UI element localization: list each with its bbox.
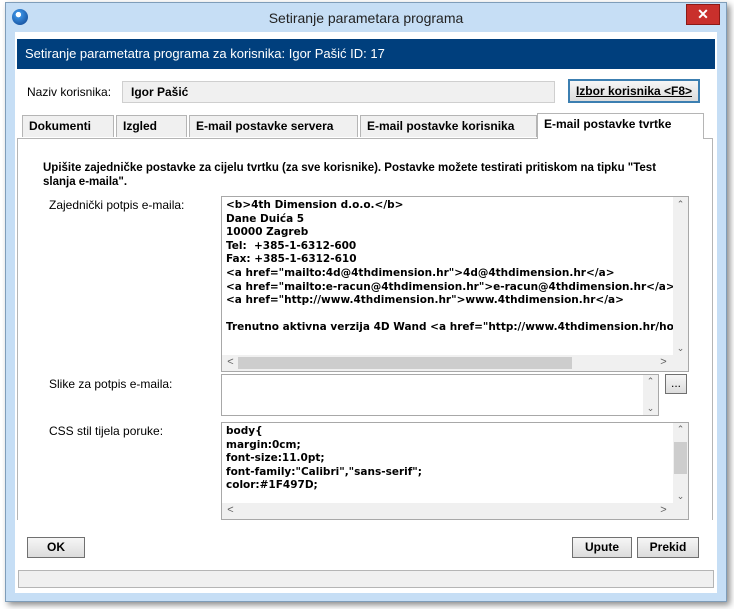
- text-line: Fax: +385-1-6312-610: [226, 253, 357, 266]
- window-title: Setiranje parametara programa: [268, 10, 464, 26]
- images-vscroll[interactable]: ⌃ ⌄: [643, 375, 658, 415]
- text-line: [226, 308, 688, 322]
- user-name-label: Naziv korisnika:: [27, 85, 112, 99]
- scroll-left-icon[interactable]: <: [223, 504, 238, 516]
- text-line: <a href="http://www.4thdimension.hr">www…: [226, 294, 624, 307]
- scroll-up-icon[interactable]: ⌃: [643, 376, 658, 387]
- signature-textarea[interactable]: <b>4th Dimension d.o.o.</b> Dane Duića 51…: [221, 196, 689, 372]
- scroll-down-icon[interactable]: ⌄: [673, 491, 688, 502]
- signature-vscroll[interactable]: ⌃ ⌄: [673, 197, 688, 356]
- tab-company-email[interactable]: E-mail postavke tvrtke: [537, 113, 704, 139]
- scroll-up-icon[interactable]: ⌃: [673, 424, 688, 435]
- text-line: <a href="mailto:4d@4thdimension.hr">4d@4…: [226, 266, 615, 279]
- text-line: <b>4th Dimension d.o.o.</b>: [226, 199, 404, 211]
- help-button[interactable]: Upute: [572, 537, 632, 558]
- scroll-left-icon[interactable]: <: [223, 356, 238, 368]
- scroll-right-icon[interactable]: >: [656, 356, 671, 368]
- text-line: color:#1F497D;: [226, 479, 318, 492]
- select-user-button-label: Izbor korisnika <F8>: [575, 84, 693, 98]
- scroll-up-icon[interactable]: ⌃: [673, 199, 688, 210]
- css-style-text: body{margin:0cm; font-size:11.0pt; font-fa…: [226, 425, 422, 493]
- cancel-button[interactable]: Prekid: [637, 537, 699, 558]
- hscroll-thumb[interactable]: [238, 357, 572, 369]
- tab-server-email[interactable]: E-mail postavke servera: [189, 115, 358, 137]
- status-bar: [18, 570, 714, 588]
- scroll-down-icon[interactable]: ⌄: [643, 403, 658, 414]
- browse-images-button[interactable]: ...: [665, 374, 687, 394]
- company-settings-description: Upišite zajedničke postavke za cijelu tv…: [43, 162, 657, 188]
- tab-strip: Dokumenti Izgled E-mail postavke servera…: [17, 113, 715, 139]
- scroll-down-icon[interactable]: ⌄: [673, 343, 688, 354]
- signature-images-field[interactable]: ⌃ ⌄: [221, 374, 659, 416]
- text-line: Dane Duića 5: [226, 212, 305, 225]
- ok-button[interactable]: OK: [27, 537, 85, 558]
- signature-label: Zajednički potpis e-maila:: [49, 198, 185, 212]
- user-banner: Setiranje parametatra programa za korisn…: [17, 39, 715, 69]
- tab-dokumenti[interactable]: Dokumenti: [22, 115, 114, 137]
- css-style-textarea[interactable]: body{margin:0cm; font-size:11.0pt; font-fa…: [221, 422, 689, 520]
- text-line: 10000 Zagreb: [226, 226, 309, 239]
- text-line: Trenutno aktivna verzija 4D Wand <a href…: [226, 321, 689, 334]
- tab-user-email[interactable]: E-mail postavke korisnika: [360, 115, 537, 137]
- signature-hscroll[interactable]: < >: [222, 355, 688, 371]
- scroll-right-icon[interactable]: >: [656, 504, 671, 516]
- close-button[interactable]: ✕: [686, 4, 720, 25]
- css-style-label: CSS stil tijela poruke:: [49, 424, 164, 438]
- text-line: body{: [226, 425, 263, 437]
- signature-text: <b>4th Dimension d.o.o.</b> Dane Duića 51…: [226, 199, 689, 335]
- vscroll-thumb[interactable]: [674, 442, 687, 474]
- title-bar[interactable]: Setiranje parametara programa ✕: [6, 3, 726, 32]
- select-user-button[interactable]: Izbor korisnika <F8>: [568, 79, 700, 103]
- signature-images-label: Slike za potpis e-maila:: [49, 377, 173, 391]
- user-name-field: Igor Pašić: [122, 81, 555, 103]
- text-line: Tel: +385-1-6312-600: [226, 239, 357, 252]
- text-line: margin:0cm;: [226, 438, 301, 451]
- dialog-content: Setiranje parametatra programa za korisn…: [15, 32, 717, 593]
- css-vscroll[interactable]: ⌃ ⌄: [673, 423, 688, 503]
- dialog-window: Setiranje parametara programa ✕ Setiranj…: [5, 2, 727, 602]
- tab-izgled[interactable]: Izgled: [116, 115, 187, 137]
- text-line: font-size:11.0pt;: [226, 452, 325, 465]
- text-line: font-family:"Calibri","sans-serif";: [226, 465, 422, 478]
- css-hscroll[interactable]: < >: [222, 503, 688, 519]
- text-line: <a href="mailto:e-racun@4thdimension.hr"…: [226, 280, 675, 293]
